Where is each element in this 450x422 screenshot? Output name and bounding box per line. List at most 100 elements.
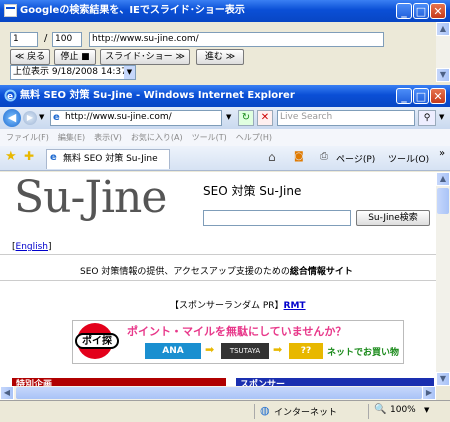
next-button[interactable]: 進む ≫ — [196, 49, 244, 65]
page-menu-label: ページ(P) — [336, 155, 376, 165]
banner-tail: ネットでお買い物 — [327, 348, 400, 358]
address-url: http://www.su-jine.com/ — [65, 112, 172, 122]
banner-headline: ポイント・マイルを無駄にしていませんか？ — [127, 325, 347, 338]
back-arrow-icon[interactable]: ◀ — [3, 109, 21, 127]
tagline-bold: 総合情報サイト — [289, 267, 353, 277]
url-field[interactable]: http://www.su-jine.com/ — [89, 32, 384, 47]
page-menu-button[interactable]: ページ(P) — [336, 152, 375, 165]
tagline: SEO 対策情報の提供、アクセスアップ支援のための総合情報サイト — [80, 264, 353, 277]
display-select-value: 上位表示 9/18/2008 14:37 — [13, 67, 127, 77]
scroll-up-arrow[interactable]: ▲ — [436, 172, 450, 186]
top-scrollbar[interactable]: ▲ ▼ — [436, 22, 450, 82]
scroll-right-arrow[interactable]: ▶ — [422, 386, 436, 400]
english-link[interactable]: [English] — [12, 242, 52, 252]
scroll-down-arrow[interactable]: ▼ — [436, 372, 450, 386]
tab-current[interactable]: 無料 SEO 対策 Su-Jine — [46, 149, 170, 169]
menu-help[interactable]: ヘルプ(H) — [236, 133, 272, 142]
ie-icon: e — [4, 89, 17, 102]
scroll-left-arrow[interactable]: ◀ — [0, 386, 14, 400]
tab-favicon-icon: e — [50, 152, 57, 163]
more-commands-icon[interactable]: » — [439, 148, 445, 159]
stop-button[interactable]: 停止 ■ — [54, 49, 96, 65]
section-special: 特別企画 — [12, 378, 226, 386]
search-placeholder: Live Search — [280, 112, 333, 122]
page-horizontal-scrollbar[interactable]: ◀ ▶ — [0, 386, 436, 400]
forward-arrow-icon[interactable]: ▶ — [23, 111, 37, 125]
print-icon[interactable]: ⎙ — [320, 151, 328, 162]
banner-unknown: ?? — [289, 343, 323, 359]
scroll-up-arrow[interactable]: ▲ — [436, 22, 450, 36]
maximize-button[interactable]: □ — [413, 88, 429, 104]
chevron-down-icon[interactable]: ▼ — [124, 66, 135, 79]
current-index-field[interactable]: 1 — [10, 32, 38, 47]
index-separator: / — [44, 33, 48, 44]
page-favicon-icon: e — [53, 112, 60, 123]
slideshow-panel: 1 / 100 http://www.su-jine.com/ ≪ 戻る 停止 … — [0, 22, 450, 82]
svg-text:e: e — [7, 92, 13, 102]
zoom-dropdown-icon[interactable]: ▼ — [424, 406, 429, 414]
search-input[interactable]: Live Search — [277, 110, 415, 126]
stop-icon[interactable]: ✕ — [257, 110, 273, 126]
banner-arrow-icon: ➡ — [273, 343, 283, 356]
favorites-star-icon[interactable]: ★ — [5, 149, 17, 164]
ie-titlebar[interactable]: e 無料 SEO 対策 Su-Jine - Windows Internet E… — [0, 85, 450, 107]
close-button[interactable]: ✕ — [430, 3, 446, 19]
slideshow-window-titlebar[interactable]: Googleの検索結果を、IEでスライド･ショー表示 _ □ ✕ — [0, 0, 450, 22]
tools-menu-button[interactable]: ツール(O) — [388, 152, 429, 165]
banner-logo-text: ポイ探 — [75, 333, 119, 349]
tools-menu-label: ツール(O) — [388, 155, 430, 165]
ie-title: 無料 SEO 対策 Su-Jine - Windows Internet Exp… — [20, 90, 295, 101]
refresh-icon[interactable]: ↻ — [238, 110, 254, 126]
internet-zone-icon: ◍ — [260, 404, 270, 417]
status-divider — [254, 404, 255, 419]
site-search-button[interactable]: Su-Jine検索 — [356, 210, 430, 226]
menu-file[interactable]: ファイル(F) — [6, 133, 49, 142]
sponsor-link[interactable]: RMT — [284, 301, 306, 311]
window-icon — [4, 4, 17, 17]
zoom-level[interactable]: 100% — [390, 405, 416, 415]
slideshow-button[interactable]: スライド･ショー ≫ — [100, 49, 190, 65]
home-icon[interactable]: ⌂ — [268, 150, 276, 164]
status-bar: ◍ インターネット 🔍 100% ▼ — [0, 400, 450, 422]
tagline-text: SEO 対策情報の提供、アクセスアップ支援のための — [80, 267, 290, 277]
display-select[interactable]: 上位表示 9/18/2008 14:37 — [10, 65, 136, 80]
address-dropdown-icon[interactable]: ▼ — [226, 113, 231, 121]
minimize-button[interactable]: _ — [396, 3, 412, 19]
zoom-icon[interactable]: 🔍 — [374, 404, 386, 415]
add-favorite-icon[interactable]: ✚ — [24, 149, 34, 163]
tab-label: 無料 SEO 対策 Su-Jine — [63, 154, 158, 164]
section-sponsor: スポンサー — [236, 378, 434, 386]
maximize-button[interactable]: □ — [413, 3, 429, 19]
banner-tsutaya: TSUTAYA — [221, 343, 269, 359]
scroll-down-arrow[interactable]: ▼ — [436, 68, 450, 82]
english-link-text: English — [15, 242, 49, 252]
page-content: Su-Jine SEO 対策 Su-Jine Su-Jine検索 [Englis… — [0, 172, 436, 386]
menu-favorites[interactable]: お気に入り(A) — [131, 133, 183, 142]
address-field[interactable]: http://www.su-jine.com/ — [50, 110, 222, 126]
banner-ad[interactable]: ポイ探 ポイント・マイルを無駄にしていませんか？ ANA ➡ TSUTAYA ➡… — [72, 320, 404, 364]
site-logo: Su-Jine — [14, 172, 167, 223]
window-title: Googleの検索結果を、IEでスライド･ショー表示 — [20, 5, 245, 16]
tab-bar: ★ ✚ 無料 SEO 対策 Su-Jine e ⌂ ◙ ⎙ ページ(P) ツール… — [0, 146, 450, 171]
page-heading: SEO 対策 Su-Jine — [203, 184, 302, 198]
total-count-field[interactable]: 100 — [52, 32, 82, 47]
history-chevron-icon[interactable]: ▼ — [39, 113, 44, 121]
feeds-icon[interactable]: ◙ — [294, 151, 304, 162]
divider — [0, 254, 436, 255]
menu-tools[interactable]: ツール(T) — [192, 133, 227, 142]
menu-bar: ファイル(F) 編集(E) 表示(V) お気に入り(A) ツール(T) ヘルプ(H) — [0, 129, 450, 146]
scroll-thumb[interactable] — [437, 188, 449, 214]
back-button[interactable]: ≪ 戻る — [10, 49, 50, 65]
page-vertical-scrollbar[interactable]: ▲ ▼ — [436, 172, 450, 386]
close-button[interactable]: ✕ — [430, 88, 446, 104]
site-search-input[interactable] — [203, 210, 351, 226]
menu-view[interactable]: 表示(V) — [94, 133, 122, 142]
search-dropdown-icon[interactable]: ▼ — [439, 113, 444, 121]
minimize-button[interactable]: _ — [396, 88, 412, 104]
menu-edit[interactable]: 編集(E) — [58, 133, 85, 142]
search-icon[interactable]: ⚲ — [418, 110, 436, 126]
sponsor-prefix: 【スポンサーランダム PR】 — [170, 301, 284, 311]
scroll-thumb[interactable] — [16, 387, 422, 399]
sponsor-line: 【スポンサーランダム PR】RMT — [170, 298, 306, 311]
status-divider — [368, 404, 369, 419]
